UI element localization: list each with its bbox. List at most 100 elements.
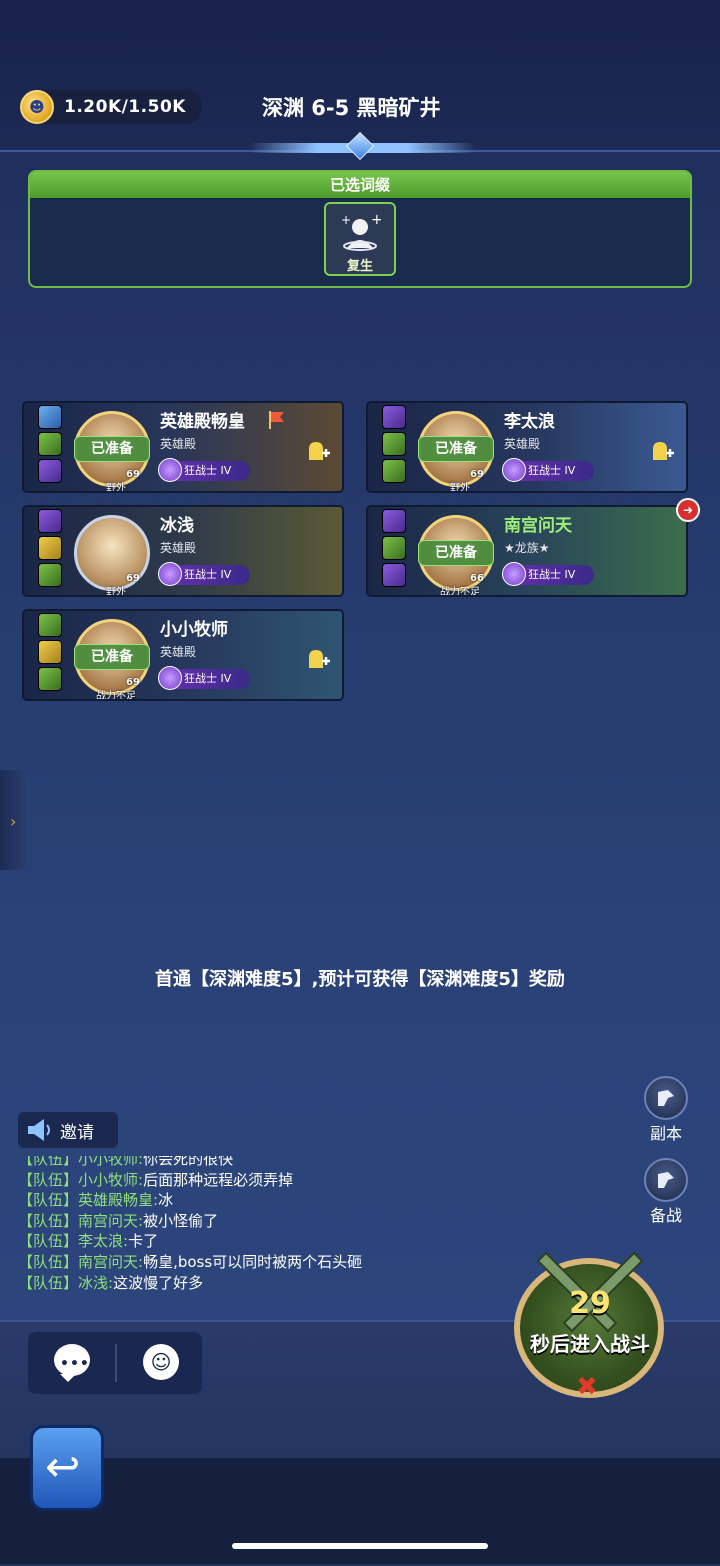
affix-title: 已选词缀 xyxy=(30,172,690,198)
skill-icon xyxy=(38,536,62,560)
skill-icon xyxy=(382,432,406,456)
chat-channel: 【队伍】 xyxy=(18,1232,79,1251)
side-expand-tab[interactable]: › xyxy=(0,770,28,870)
speaker-icon xyxy=(28,1119,50,1141)
player-card-5[interactable]: 已准备 69 战力不足 小小牧师 英雄殿 狂战士 IV xyxy=(22,609,344,701)
class-badge: 狂战士 IV xyxy=(158,458,250,482)
dungeon-button[interactable]: 副本 xyxy=(640,1076,692,1144)
chat-channel: 【队伍】 xyxy=(18,1211,79,1230)
stamina-display[interactable]: ☻ 1.20K/1.50K xyxy=(20,90,202,124)
skill-icon xyxy=(382,563,406,587)
prepare-label: 备战 xyxy=(649,1206,682,1225)
berserker-icon xyxy=(158,562,182,586)
dungeon-label: 副本 xyxy=(649,1124,682,1143)
chat-text: 畅皇,boss可以同时被两个石头砸 xyxy=(143,1252,363,1271)
chat-text: 这波慢了好多 xyxy=(113,1273,204,1292)
player-name: 英雄殿畅皇 xyxy=(160,412,245,432)
skill-icon xyxy=(382,459,406,483)
class-label: 狂战士 xyxy=(184,568,217,581)
class-tier: IV xyxy=(564,464,576,477)
chat-channel: 【队伍】 xyxy=(18,1156,79,1168)
class-tier: IV xyxy=(220,672,232,685)
chat-text: 卡了 xyxy=(128,1232,159,1251)
player-name: 李太浪 xyxy=(504,412,555,432)
ready-badge: 已准备 xyxy=(418,540,494,566)
chat-log[interactable]: 【队伍】小小牧师:你会死的很快 【队伍】小小牧师:后面那种远程必须弄掉 【队伍】… xyxy=(18,1156,478,1306)
back-arrow-icon: ↩ xyxy=(45,1442,81,1491)
chat-channel: 【队伍】 xyxy=(18,1191,79,1210)
chat-toolbar: ••• ☺ xyxy=(28,1332,202,1394)
stamina-value: 1.20K/1.50K xyxy=(64,97,186,117)
player-card-4[interactable]: 已准备 66 战力不足 南宫问天 ★龙族★ 狂战士 IV xyxy=(366,505,688,597)
svg-text:+: + xyxy=(341,213,351,227)
chat-text: 被小怪偷了 xyxy=(143,1211,219,1230)
home-indicator xyxy=(232,1543,488,1549)
player-tag: 战力不足 xyxy=(96,691,136,701)
invite-friend-icon[interactable] xyxy=(306,439,330,463)
invite-friend-icon[interactable] xyxy=(650,439,674,463)
class-tier: IV xyxy=(564,568,576,581)
skill-icon xyxy=(382,405,406,429)
invite-label: 邀请 xyxy=(60,1122,94,1143)
class-label: 狂战士 xyxy=(184,672,217,685)
countdown-number: 29 xyxy=(569,1286,611,1321)
player-card-3[interactable]: 69 野外 冰浅 英雄殿 狂战士 IV xyxy=(22,505,344,597)
skill-icon xyxy=(38,405,62,429)
chat-line: 【队伍】小小牧师:你会死的很快 xyxy=(18,1156,478,1169)
class-badge: 狂战士 IV xyxy=(158,562,250,586)
skill-icon xyxy=(38,509,62,533)
prepare-icon xyxy=(644,1158,688,1202)
class-badge: 狂战士 IV xyxy=(502,458,594,482)
guild-name: 英雄殿 xyxy=(160,645,197,659)
affix-item-revive[interactable]: + + 复生 xyxy=(324,202,396,276)
player-tag: 野外 xyxy=(106,587,126,597)
class-tier: IV xyxy=(220,464,232,477)
cancel-icon[interactable]: ✖ xyxy=(576,1372,598,1402)
chevron-right-icon: › xyxy=(10,812,17,831)
exit-icon[interactable]: ➜ xyxy=(676,498,700,522)
chat-channel: 【队伍】 xyxy=(18,1170,79,1189)
chat-channel: 【队伍】 xyxy=(18,1252,79,1271)
coin-icon: ☻ xyxy=(20,90,54,124)
chat-text: 冰 xyxy=(158,1191,174,1210)
berserker-icon xyxy=(158,666,182,690)
chat-bubble-icon[interactable]: ••• xyxy=(54,1344,90,1382)
class-badge: 狂战士 IV xyxy=(158,666,250,690)
skill-column xyxy=(382,405,408,486)
player-card-2[interactable]: 已准备 69 野外 李太浪 英雄殿 狂战士 IV xyxy=(366,401,688,493)
player-tag: 野外 xyxy=(106,483,126,493)
class-tier: IV xyxy=(220,568,232,581)
skill-column xyxy=(38,405,64,486)
skill-icon xyxy=(382,509,406,533)
chat-line: 【队伍】李太浪:卡了 xyxy=(18,1230,478,1251)
chat-text: 你会死的很快 xyxy=(143,1156,234,1168)
stage-title: 深渊 6-5 黑暗矿井 xyxy=(262,96,441,120)
player-name: 冰浅 xyxy=(160,516,194,536)
dungeon-icon xyxy=(644,1076,688,1120)
ready-badge: 已准备 xyxy=(74,436,150,462)
chat-sender: 小小牧师: xyxy=(78,1170,144,1189)
chat-text: 后面那种远程必须弄掉 xyxy=(143,1170,294,1189)
smile-icon[interactable]: ☺ xyxy=(143,1344,179,1380)
skill-column xyxy=(382,509,408,590)
battle-countdown-button[interactable]: 29 秒后进入战斗 ✖ xyxy=(506,1248,674,1408)
chat-line: 【队伍】英雄殿畅皇:冰 xyxy=(18,1189,478,1210)
class-label: 狂战士 xyxy=(528,568,561,581)
guild-name: 英雄殿 xyxy=(504,437,541,451)
chat-sender: 小小牧师: xyxy=(78,1156,144,1168)
prepare-button[interactable]: 备战 xyxy=(640,1158,692,1226)
invite-button[interactable]: 邀请 xyxy=(18,1112,118,1148)
skill-icon xyxy=(38,459,62,483)
skill-icon xyxy=(38,667,62,691)
affix-panel: 已选词缀 + + 复生 xyxy=(28,170,692,288)
class-badge: 狂战士 IV xyxy=(502,562,594,586)
player-card-1[interactable]: 已准备 69 野外 英雄殿畅皇 英雄殿 狂战士 IV xyxy=(22,401,344,493)
flag-icon xyxy=(269,411,284,429)
chat-channel: 【队伍】 xyxy=(18,1273,79,1292)
back-button[interactable]: ↩ xyxy=(30,1425,104,1511)
player-name: 南宫问天 xyxy=(504,516,572,536)
invite-friend-icon[interactable] xyxy=(306,647,330,671)
chat-line: 【队伍】南宫问天:畅皇,boss可以同时被两个石头砸 xyxy=(18,1251,478,1272)
skill-icon xyxy=(382,536,406,560)
player-name: 小小牧师 xyxy=(160,620,228,640)
